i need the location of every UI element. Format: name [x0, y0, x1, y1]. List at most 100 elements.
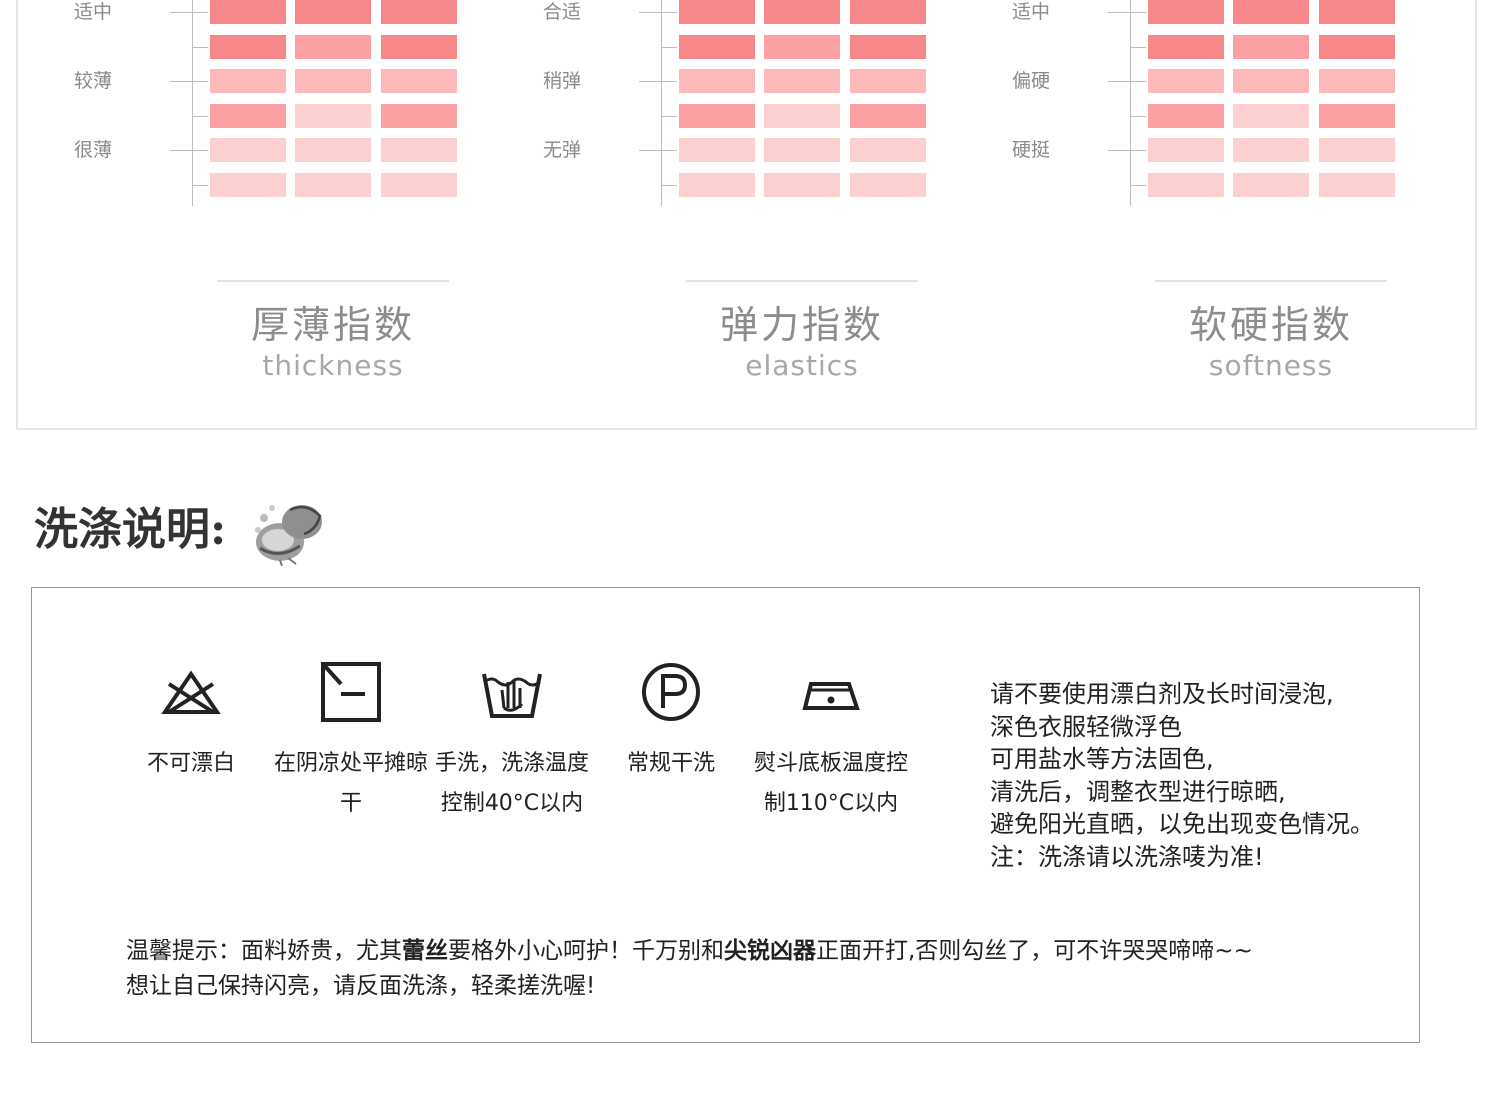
gauge-tick — [192, 116, 208, 117]
gauge-title-cn: 厚薄指数 — [250, 303, 415, 347]
gauge-softness: 适中 偏硬 硬挺 软硬指数 softness — [990, 0, 1410, 430]
gauge-tick — [1130, 47, 1146, 48]
gauge-thickness: 适中较薄很薄厚薄指数 thickness — [52, 0, 472, 430]
gauge-axis — [1130, 0, 1131, 206]
gauge-level-label: 无弹 — [542, 139, 581, 161]
gauge-title-en: thickness — [262, 349, 404, 382]
gauge-cell — [850, 34, 926, 59]
gauge-axis — [192, 0, 193, 206]
gauge-cell — [1148, 34, 1224, 59]
gauge-cell — [295, 172, 371, 197]
gauge-title-divider — [686, 280, 918, 282]
gauge-cell — [1319, 0, 1395, 24]
gauge-cell — [295, 0, 371, 24]
gauge-cell — [381, 103, 457, 128]
gauge-tick — [170, 150, 208, 151]
gauge-cell — [679, 138, 755, 162]
gauge-cell — [764, 69, 840, 93]
gauge-cell — [295, 103, 371, 128]
gauge-tick — [1130, 185, 1146, 186]
gauge-cell — [1319, 103, 1395, 128]
gauge-tick — [639, 12, 677, 13]
care-label: 不可漂白 — [146, 751, 235, 776]
gauge-cell — [1233, 103, 1309, 128]
wash-note-line: 请不要使用漂白剂及长时间浸泡, — [990, 680, 1334, 708]
gauge-tick — [1108, 81, 1146, 82]
gauge-tick — [639, 81, 677, 82]
care-item-hand-wash: 手洗，洗涤温度控制40°C以内 — [427, 660, 597, 824]
gauge-tick — [1108, 150, 1146, 151]
wash-note-line: 清洗后，调整衣型进行晾晒, — [990, 777, 1286, 806]
gauge-cell — [1148, 0, 1224, 24]
gauge-cell — [381, 0, 457, 24]
gauge-cell — [1319, 34, 1395, 59]
care-item-dry-clean: 常规干洗 — [586, 660, 756, 784]
gauge-axis — [661, 0, 662, 206]
gauge-level-label: 偏硬 — [1011, 70, 1050, 92]
gauge-cell — [210, 138, 286, 162]
fabric-index-panel: 适中 较薄 很薄 厚薄指数 thickness 合适 稍弹 无弹 弹力指数 elastics 适… — [16, 0, 1477, 430]
wash-notes: 请不要使用漂白剂及长时间浸泡, 深色衣服轻微浮色 可用盐水等方法固色, 清洗后，… — [990, 678, 1410, 873]
care-item-dry-flat-shade: 在阴凉处平摊晾干 — [266, 660, 436, 824]
care-item-iron: 熨斗底板温度控制110°C以内 — [746, 660, 916, 824]
gauge-cell — [1233, 34, 1309, 59]
wash-note-line: 避免阳光直晒，以免出现变色情况。 — [990, 810, 1374, 838]
gauge-cell — [210, 34, 286, 59]
gauge-cell — [381, 69, 457, 93]
gauge-tick — [661, 47, 677, 48]
gauge-tick — [170, 81, 208, 82]
wash-note-line: 深色衣服轻微浮色 — [990, 712, 1182, 741]
gauge-title-cn: 软硬指数 — [1188, 303, 1353, 347]
gauge-tick — [1130, 116, 1146, 117]
wash-instructions-box: 不可漂白 在阴凉处平摊晾干 手洗，洗涤温度控制40°C以内 常规干洗 熨斗底板温… — [31, 587, 1420, 1043]
gauge-title-divider — [1155, 280, 1387, 282]
iron-icon — [802, 682, 860, 710]
gauge-cell — [295, 34, 371, 59]
wash-tip-line-1: 温馨提示：面料娇贵，尤其蕾丝要格外小心呵护！千万别和尖锐凶器正面开打,否则勾丝了… — [126, 934, 1416, 969]
gauge-tick — [661, 116, 677, 117]
gauge-cell — [764, 103, 840, 128]
tip-text: 要格外小心呵护！千万别和 — [448, 938, 724, 964]
care-item-no-bleach: 不可漂白 — [106, 660, 276, 784]
no-bleach-icon — [161, 670, 221, 714]
wash-tip-line-2: 想让自己保持闪亮，请反面洗涤，轻柔搓洗喔! — [126, 973, 596, 999]
care-label: 常规干洗 — [626, 751, 715, 776]
gauge-cell — [764, 0, 840, 24]
wash-note-line: 可用盐水等方法固色, — [990, 745, 1214, 773]
gauge-level-label: 适中 — [73, 1, 112, 23]
gauge-cell — [679, 103, 755, 128]
gauge-level-label: 较薄 — [73, 70, 112, 92]
gauge-cell — [1148, 103, 1224, 128]
gauge-cell — [850, 69, 926, 93]
gauge-cell — [1148, 138, 1224, 162]
care-label: 熨斗底板温度控制110°C以内 — [753, 751, 908, 816]
gauge-cell — [210, 103, 286, 128]
gauge-cell — [295, 69, 371, 93]
washing-hands-icon — [255, 505, 322, 566]
dry-clean-p-icon — [642, 663, 700, 721]
gauge-cell — [295, 138, 371, 162]
gauge-level-label: 稍弹 — [542, 70, 581, 92]
gauge-tick — [192, 185, 208, 186]
gauge-title-divider — [217, 280, 449, 282]
gauge-cell — [1148, 172, 1224, 197]
gauge-level-label: 合适 — [542, 1, 581, 23]
gauge-cell — [381, 138, 457, 162]
gauge-cell — [850, 0, 926, 24]
gauge-cell — [679, 34, 755, 59]
gauge-cell — [850, 172, 926, 197]
gauge-tick — [170, 12, 208, 13]
gauge-cell — [381, 34, 457, 59]
gauge-cell — [764, 138, 840, 162]
gauge-cell — [850, 138, 926, 162]
gauge-cell — [1319, 69, 1395, 93]
gauge-cell — [764, 34, 840, 59]
gauge-level-label: 很薄 — [73, 139, 112, 161]
gauge-cell — [1148, 69, 1224, 93]
gauge-elastics: 合适 稍弹 无弹 弹力指数 elastics — [521, 0, 941, 430]
gauge-tick — [661, 185, 677, 186]
wash-tips: 温馨提示：面料娇贵，尤其蕾丝要格外小心呵护！千万别和尖锐凶器正面开打,否则勾丝了… — [126, 934, 1416, 1004]
care-label: 手洗，洗涤温度控制40°C以内 — [434, 751, 589, 816]
gauge-cell — [210, 0, 286, 24]
gauge-tick — [639, 150, 677, 151]
